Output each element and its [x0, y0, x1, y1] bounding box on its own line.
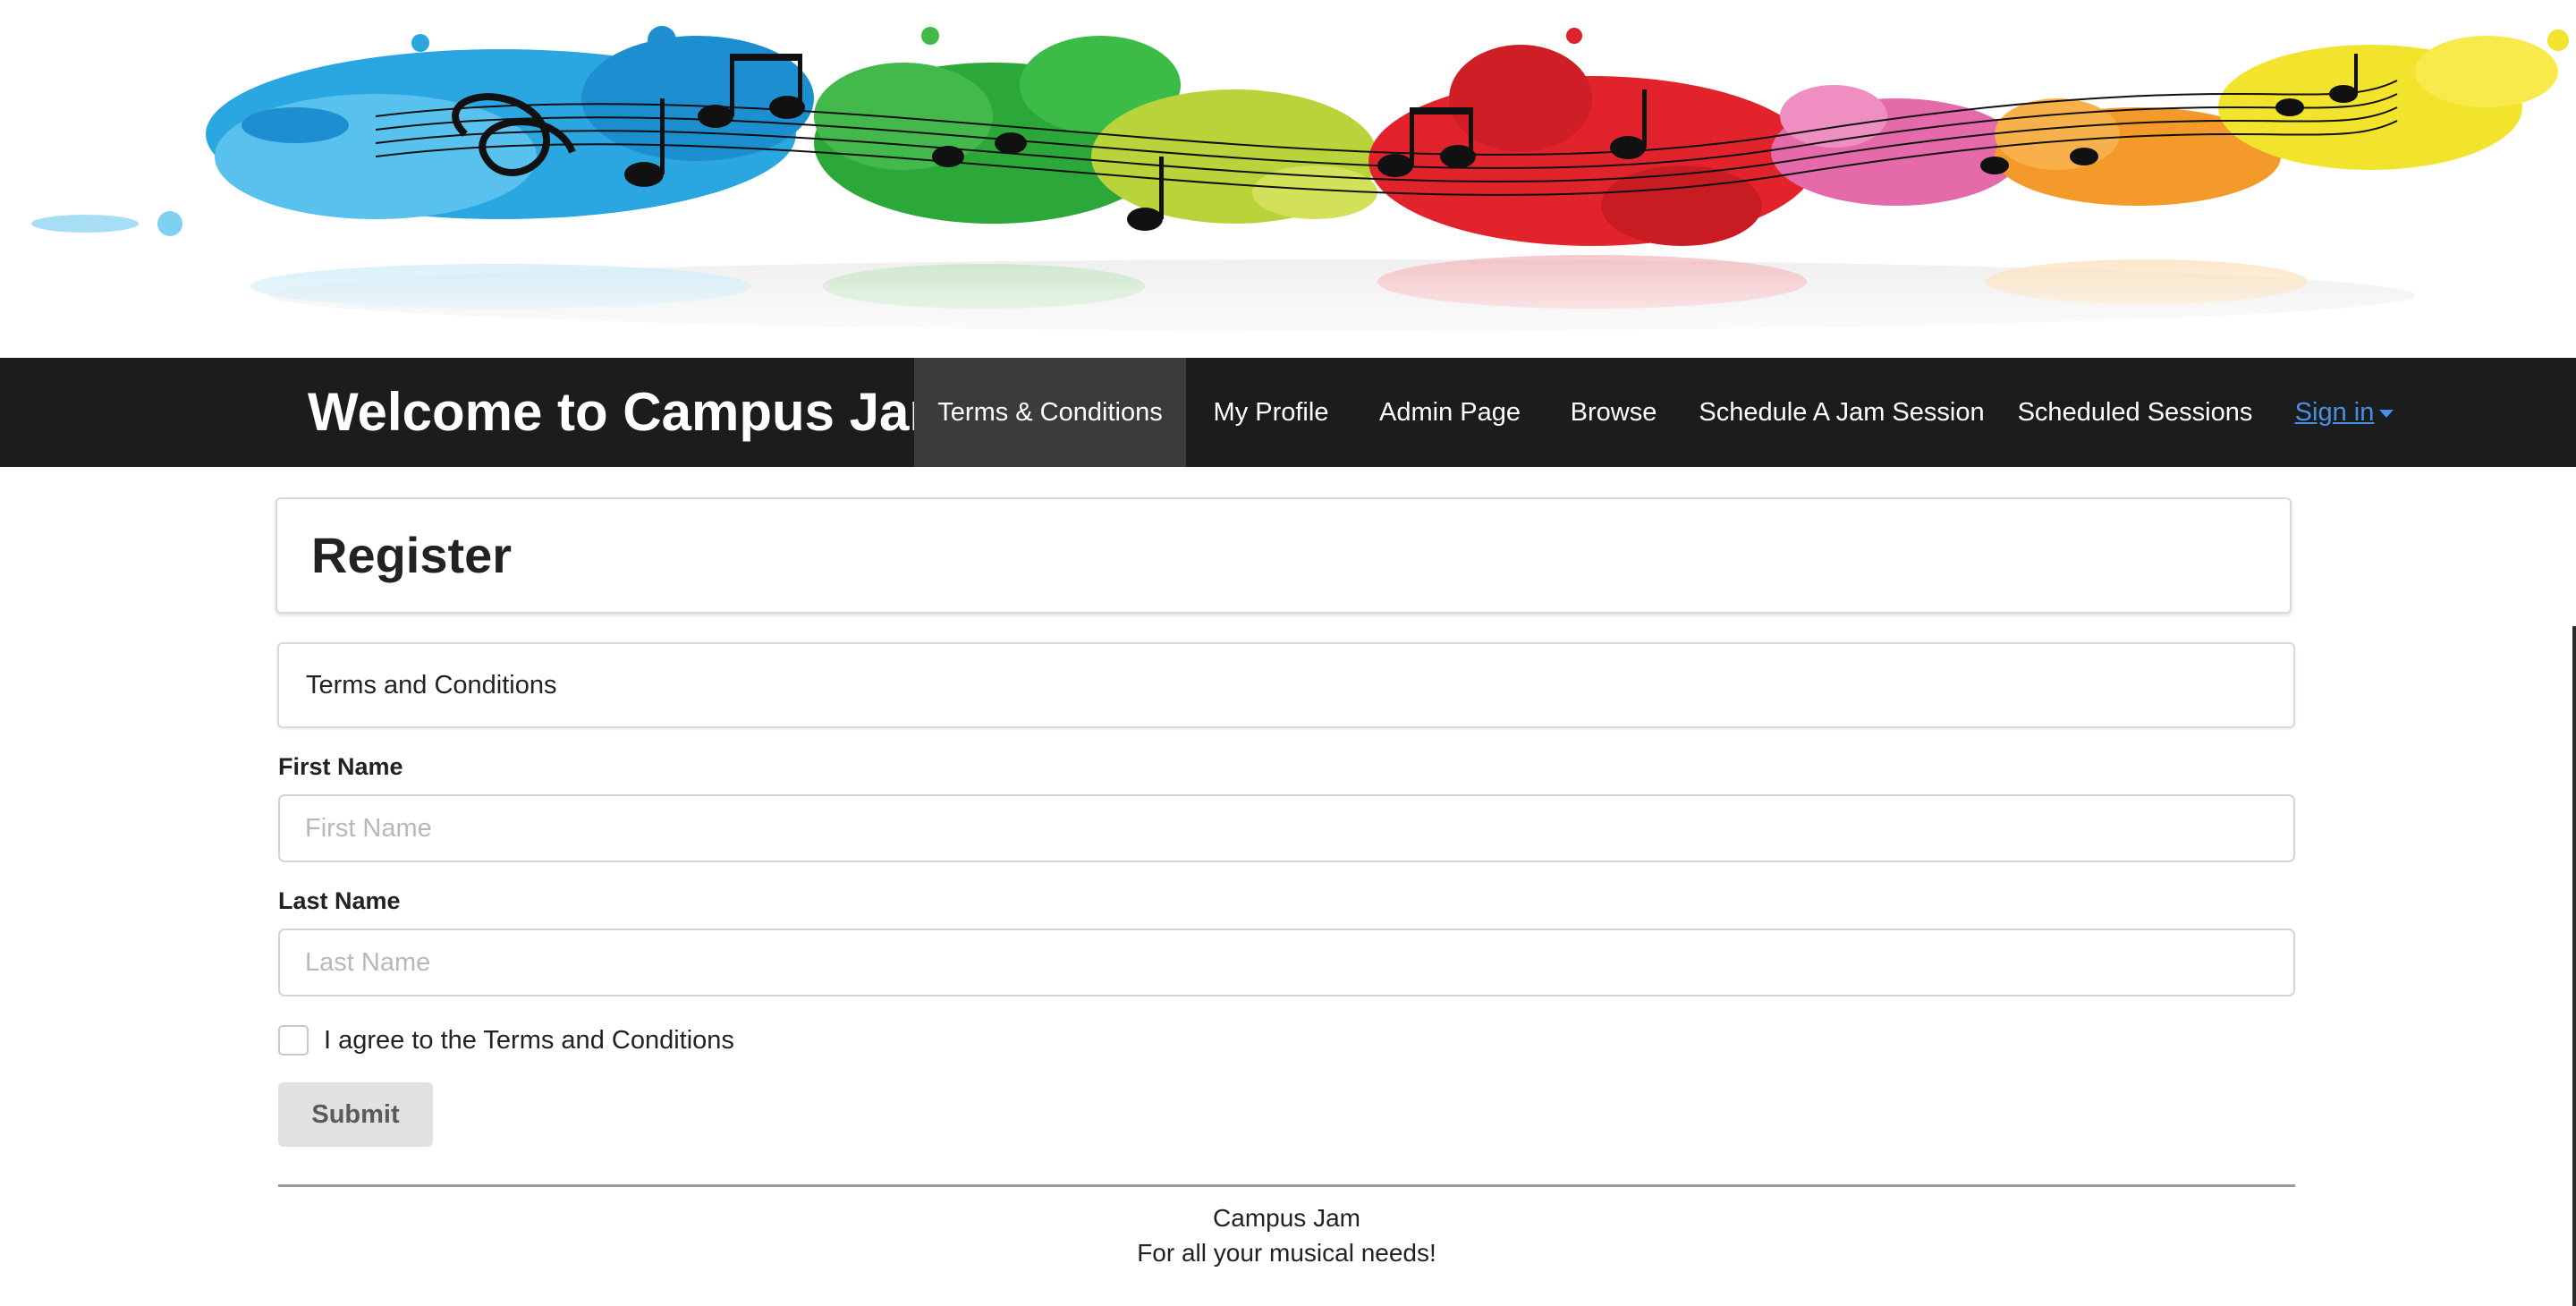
- footer-title: Campus Jam: [1213, 1204, 1360, 1232]
- footer-tagline: For all your musical needs!: [1137, 1239, 1436, 1267]
- header-banner: [0, 0, 2576, 358]
- nav-browse[interactable]: Browse: [1544, 358, 1683, 467]
- site-brand[interactable]: Welcome to Campus Jam!: [308, 358, 975, 467]
- nav-terms-and-conditions[interactable]: Terms & Conditions: [914, 358, 1186, 467]
- sign-in-link[interactable]: Sign in: [2295, 398, 2375, 427]
- terms-box-text: Terms and Conditions: [306, 671, 557, 700]
- submit-button[interactable]: Submit: [278, 1082, 433, 1147]
- first-name-input[interactable]: [278, 794, 2295, 862]
- nav-sign-in-dropdown[interactable]: Sign in: [2286, 358, 2402, 467]
- paint-splash-banner-image: [0, 26, 2576, 358]
- agree-terms-checkbox[interactable]: [278, 1025, 309, 1056]
- nav-scheduled-sessions[interactable]: Scheduled Sessions: [2000, 358, 2270, 467]
- terms-and-conditions-box: Terms and Conditions: [277, 642, 2295, 728]
- nav-schedule-jam-session[interactable]: Schedule A Jam Session: [1683, 358, 2000, 467]
- register-header-segment: Register: [275, 497, 2292, 614]
- footer-divider: [278, 1184, 2295, 1187]
- last-name-label: Last Name: [278, 887, 401, 914]
- first-name-label: First Name: [278, 753, 403, 780]
- main-navbar: Welcome to Campus Jam! Terms & Condition…: [0, 358, 2576, 467]
- window-edge: [2572, 626, 2576, 1306]
- nav-my-profile[interactable]: My Profile: [1186, 358, 1356, 467]
- caret-down-icon: [2379, 409, 2394, 418]
- last-name-input[interactable]: [278, 929, 2295, 996]
- page-title: Register: [311, 527, 513, 583]
- nav-admin-page[interactable]: Admin Page: [1356, 358, 1544, 467]
- agree-terms-label[interactable]: I agree to the Terms and Conditions: [324, 1023, 734, 1057]
